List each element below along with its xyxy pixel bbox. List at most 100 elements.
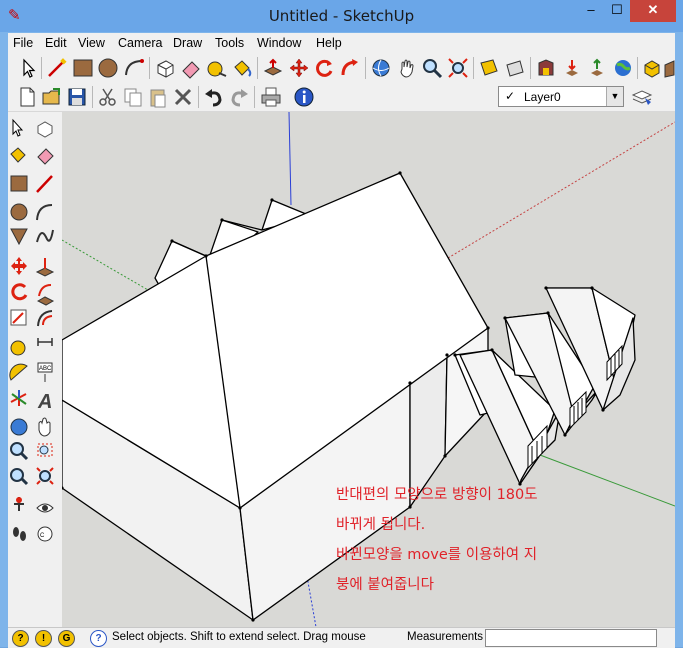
pan-tool-icon[interactable] — [38, 417, 51, 437]
user-account-icon[interactable]: G — [58, 630, 75, 647]
line-icon[interactable] — [46, 57, 68, 79]
push-pull-tool-icon[interactable] — [35, 258, 55, 277]
select-icon[interactable] — [18, 57, 40, 79]
share-model-icon[interactable] — [586, 57, 608, 79]
title-bar: ✎ Untitled - SketchUp – ☐ ✕ — [0, 0, 683, 32]
delete-icon[interactable] — [172, 86, 194, 108]
menu-view[interactable]: View — [78, 36, 105, 50]
rectangle-tool-icon[interactable] — [10, 175, 28, 192]
zoom-tool-icon[interactable] — [10, 442, 29, 461]
zoom-icon[interactable] — [421, 57, 443, 79]
minimize-button[interactable]: – — [578, 0, 604, 22]
warehouse-icon[interactable] — [535, 57, 557, 79]
orbit-tool-icon[interactable] — [10, 418, 28, 436]
large-tool-set-palette: ABC A C — [8, 112, 62, 627]
cut-icon[interactable] — [97, 86, 119, 108]
geo-location-icon[interactable]: ? — [12, 630, 29, 647]
3d-text-tool-icon[interactable]: A — [37, 391, 52, 413]
menu-edit[interactable]: Edit — [45, 36, 67, 50]
move-tool-icon[interactable] — [11, 257, 27, 275]
undo-icon[interactable] — [203, 86, 225, 108]
line-tool-icon[interactable] — [36, 175, 53, 193]
close-button[interactable]: ✕ — [630, 0, 676, 22]
rotate-tool-icon[interactable] — [11, 283, 28, 301]
menu-window[interactable]: Window — [257, 36, 301, 50]
dimension-tool-icon[interactable] — [37, 338, 53, 346]
components-icon[interactable] — [642, 57, 664, 79]
open-folder-icon[interactable] — [41, 86, 63, 108]
model-info-icon[interactable] — [293, 86, 315, 108]
section-plane-tool-icon[interactable]: C — [37, 526, 53, 542]
eraser-icon[interactable] — [180, 57, 202, 79]
menu-bar: File Edit View Camera Draw Tools Window … — [8, 33, 675, 53]
walk-tool-icon[interactable] — [13, 527, 26, 541]
paste-icon[interactable] — [147, 86, 169, 108]
rectangle-icon[interactable] — [72, 57, 94, 79]
scale-tool-icon[interactable] — [10, 309, 27, 326]
text-tool-icon[interactable]: ABC — [37, 362, 53, 382]
select-tool-icon[interactable] — [12, 118, 24, 137]
arc-tool-icon[interactable] — [36, 204, 53, 221]
menu-tools[interactable]: Tools — [215, 36, 244, 50]
measurements-label: Measurements — [407, 631, 484, 643]
freehand-tool-icon[interactable] — [36, 229, 54, 243]
layer-manager-icon[interactable] — [631, 86, 653, 108]
zoom-extents-icon[interactable] — [447, 57, 469, 79]
pan-icon[interactable] — [396, 57, 418, 79]
protractor-tool-icon[interactable] — [9, 363, 28, 381]
standard-toolbar: ✓ Layer0 ▼ — [8, 83, 675, 112]
menu-draw[interactable]: Draw — [173, 36, 202, 50]
layer-dropdown[interactable]: ✓ Layer0 ▼ — [498, 86, 624, 107]
layer-name: Layer0 — [524, 90, 561, 104]
google-earth-icon[interactable] — [612, 57, 634, 79]
print-icon[interactable] — [260, 86, 282, 108]
measurements-input[interactable] — [485, 629, 657, 647]
layer-visible-check-icon: ✓ — [505, 89, 516, 103]
zoom-window-tool-icon[interactable] — [37, 443, 53, 457]
orbit-icon[interactable] — [370, 57, 392, 79]
eraser-tool-icon[interactable] — [37, 148, 54, 165]
move-icon[interactable] — [288, 57, 310, 79]
make-component-icon[interactable] — [154, 57, 176, 79]
paint-bucket-icon[interactable] — [231, 57, 253, 79]
annotation-line-2: 바뀌게 됩니다. — [336, 517, 426, 533]
zoom-extents-tool-icon[interactable] — [36, 467, 54, 485]
annotation-line-3: 바뀐모양을 move를 이용하여 지 — [336, 547, 538, 563]
copy-icon[interactable] — [122, 86, 144, 108]
status-hint-text: Select objects. Shift to extend select. … — [112, 631, 366, 643]
look-around-tool-icon[interactable] — [36, 503, 54, 513]
save-icon[interactable] — [66, 86, 88, 108]
circle-icon[interactable] — [97, 57, 119, 79]
circle-tool-icon[interactable] — [10, 203, 28, 221]
section-plane-icon[interactable] — [478, 57, 500, 79]
credits-icon[interactable]: ! — [35, 630, 52, 647]
annotation-line-4: 붕에 붙여줍니다 — [336, 577, 434, 593]
follow-me-tool-icon[interactable] — [36, 284, 55, 306]
chevron-down-icon[interactable]: ▼ — [606, 87, 623, 106]
get-models-icon[interactable] — [561, 57, 583, 79]
maximize-button[interactable]: ☐ — [604, 0, 630, 22]
menu-file[interactable]: File — [13, 36, 33, 50]
polygon-tool-icon[interactable] — [10, 228, 28, 246]
materials-icon[interactable] — [664, 57, 675, 79]
previous-view-tool-icon[interactable] — [10, 468, 29, 486]
drawing-viewport[interactable]: 반대편의 모양으로 방향이 180도 바뀌게 됩니다. 바뀐모양을 move를 … — [62, 112, 675, 627]
paint-bucket-tool-icon[interactable] — [10, 147, 26, 163]
tape-measure-tool-icon[interactable] — [10, 340, 26, 356]
redo-icon[interactable] — [228, 86, 250, 108]
arc-icon[interactable] — [123, 57, 145, 79]
rotate-icon[interactable] — [313, 57, 335, 79]
position-camera-tool-icon[interactable] — [14, 497, 24, 511]
make-component-tool-icon[interactable] — [37, 121, 53, 138]
menu-camera[interactable]: Camera — [118, 36, 162, 50]
tape-measure-icon[interactable] — [205, 57, 227, 79]
section-display-icon[interactable] — [504, 57, 526, 79]
new-file-icon[interactable] — [16, 86, 38, 108]
axes-tool-icon[interactable] — [10, 390, 27, 406]
instructor-help-icon[interactable]: ? — [90, 630, 107, 647]
follow-me-icon[interactable] — [339, 57, 361, 79]
offset-tool-icon[interactable] — [37, 310, 53, 327]
menu-help[interactable]: Help — [316, 36, 342, 50]
svg-text:ABC: ABC — [39, 366, 52, 372]
push-pull-icon[interactable] — [262, 57, 284, 79]
